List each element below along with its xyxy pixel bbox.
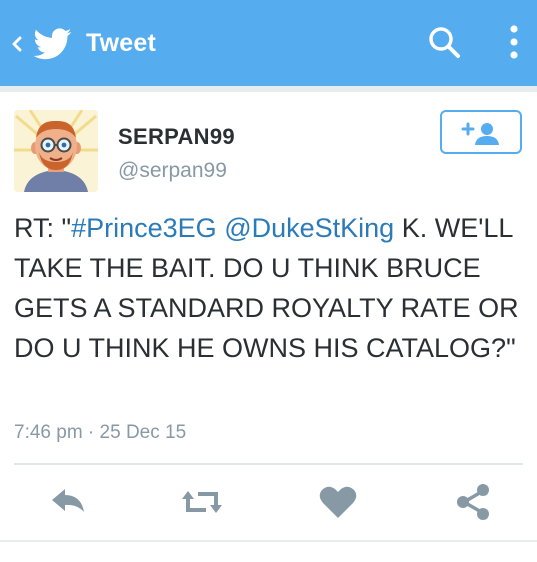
back-button[interactable] xyxy=(6,22,84,66)
follow-user-icon xyxy=(461,122,499,145)
page-title: Tweet xyxy=(86,29,156,57)
chevron-left-icon xyxy=(12,36,22,52)
display-name[interactable]: SERPAN99 xyxy=(118,124,235,150)
user-handle[interactable]: @serpan99 xyxy=(118,159,227,183)
tweet-detail-screen: Tweet SERPAN99 @serpan99 RT: "#Prince3EG… xyxy=(0,0,537,562)
mention-link[interactable]: @DukeStKing xyxy=(224,213,394,243)
share-button[interactable] xyxy=(452,482,496,522)
twitter-bird-icon xyxy=(34,28,72,60)
reply-icon xyxy=(52,489,84,512)
bottom-divider xyxy=(0,540,537,542)
more-options-button[interactable] xyxy=(500,20,528,66)
tweet-text: RT: "#Prince3EG @DukeStKing K. WE'LL TAK… xyxy=(14,208,524,368)
hashtag-link[interactable]: #Prince3EG xyxy=(71,213,217,243)
like-button[interactable] xyxy=(316,482,360,522)
app-bar: Tweet xyxy=(0,0,537,86)
share-icon xyxy=(457,484,489,520)
reply-button[interactable] xyxy=(48,482,92,522)
tweet-timestamp: 7:46 pm · 25 Dec 15 xyxy=(14,422,187,443)
search-icon xyxy=(429,27,460,58)
card-divider xyxy=(14,463,523,465)
heart-icon xyxy=(319,486,357,518)
retweet-button[interactable] xyxy=(180,482,224,522)
header-divider xyxy=(0,86,537,92)
avatar-image xyxy=(14,110,98,192)
more-vertical-icon xyxy=(510,25,518,59)
search-button[interactable] xyxy=(424,22,466,64)
follow-button[interactable] xyxy=(440,110,522,154)
avatar[interactable] xyxy=(14,110,98,192)
retweet-icon xyxy=(182,491,222,513)
tweet-text-prefix: RT: " xyxy=(14,213,72,243)
